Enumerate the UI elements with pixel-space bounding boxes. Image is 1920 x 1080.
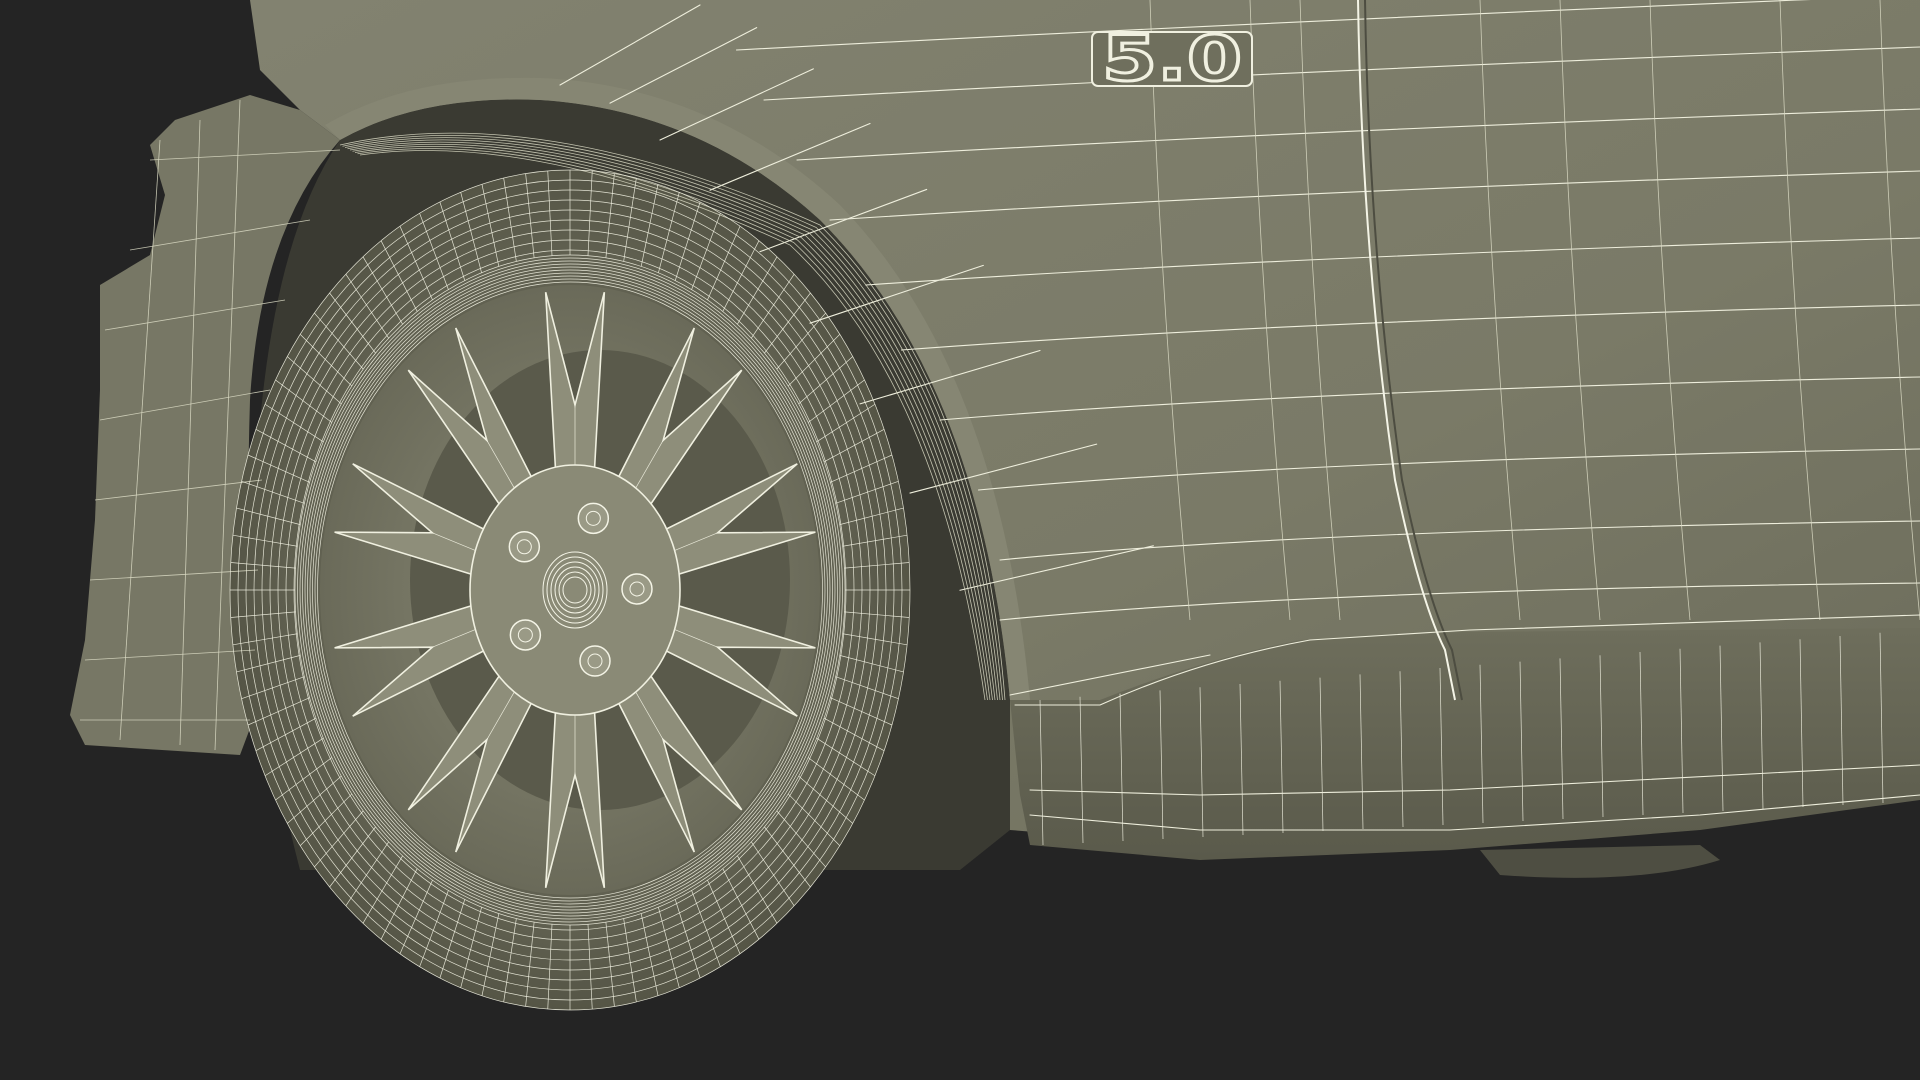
lug-nut [621,573,653,605]
lug-nut [508,531,541,563]
lug-nut [509,619,542,651]
lug-nut [577,502,610,535]
engine-badge: 5.0 [1091,21,1253,97]
wireframe-render: 5.0 [0,0,1920,1080]
wheel-hub [469,464,681,716]
lug-nut [579,645,611,677]
badge-text: 5.0 [1102,22,1242,95]
